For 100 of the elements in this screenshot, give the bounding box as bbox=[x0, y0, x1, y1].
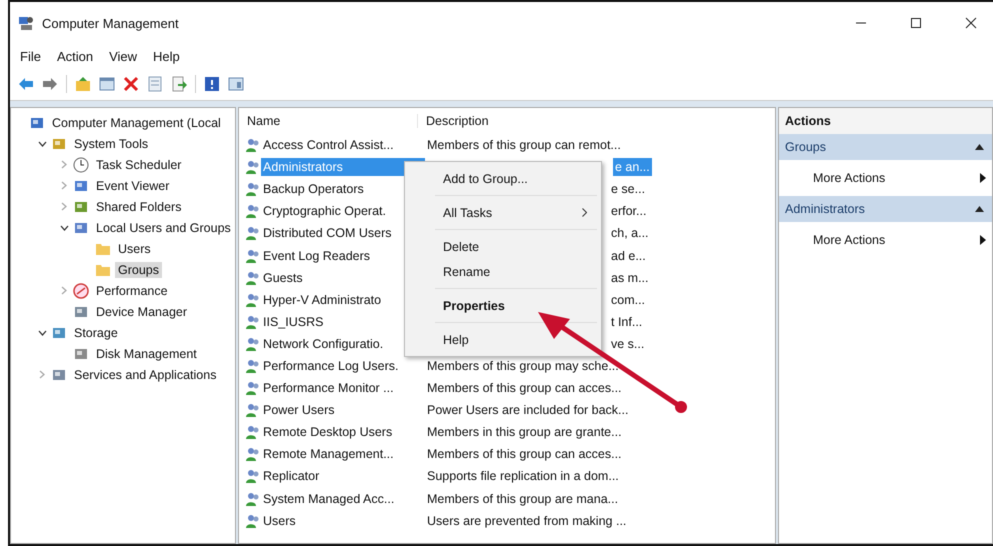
close-icon[interactable] bbox=[965, 17, 977, 29]
properties-icon[interactable] bbox=[147, 76, 163, 92]
group-icon bbox=[245, 248, 261, 264]
group-icon bbox=[245, 336, 261, 352]
chevron-right-icon[interactable] bbox=[61, 286, 67, 295]
delete-icon[interactable] bbox=[123, 76, 139, 92]
export-icon[interactable] bbox=[171, 76, 187, 92]
group-icon bbox=[245, 468, 261, 484]
group-name[interactable]: Performance Monitor ... bbox=[261, 381, 423, 396]
group-icon bbox=[245, 159, 261, 176]
tree-item[interactable]: Local Users and Groups bbox=[93, 220, 234, 236]
group-icon bbox=[245, 490, 261, 507]
chevron-down-icon[interactable] bbox=[38, 330, 46, 336]
group-name[interactable]: Power Users bbox=[261, 403, 423, 418]
group-description: e an... bbox=[613, 158, 652, 176]
group-description: Members of this group may sche... bbox=[427, 358, 619, 373]
group-description: e se... bbox=[611, 182, 646, 196]
group-description: Members of this group can acces... bbox=[427, 447, 622, 462]
menu-option[interactable]: Add to Group... bbox=[443, 172, 528, 186]
menu-option[interactable]: Rename bbox=[443, 264, 490, 278]
more-actions-item[interactable]: More Actions bbox=[813, 233, 886, 247]
menu-item[interactable]: Help bbox=[153, 48, 180, 64]
submenu-arrow-icon bbox=[980, 173, 986, 183]
folder-icon bbox=[95, 262, 111, 276]
group-icon bbox=[245, 314, 261, 330]
group-icon bbox=[245, 137, 261, 154]
chevron-right-icon[interactable] bbox=[61, 160, 67, 169]
tree-item[interactable]: Groups bbox=[115, 262, 162, 278]
chevron-right-icon[interactable] bbox=[39, 370, 45, 379]
tree-item[interactable]: Disk Management bbox=[93, 346, 200, 362]
collapse-icon[interactable] bbox=[975, 206, 984, 212]
group-name[interactable]: Remote Desktop Users bbox=[261, 425, 423, 440]
group-icon bbox=[245, 292, 261, 308]
group-name[interactable]: Remote Management... bbox=[261, 447, 423, 462]
group-icon bbox=[245, 380, 261, 396]
group-icon bbox=[245, 402, 261, 418]
tree-item[interactable]: Shared Folders bbox=[93, 198, 184, 214]
chevron-right-icon[interactable] bbox=[61, 181, 67, 190]
menu-option[interactable]: Help bbox=[443, 332, 469, 346]
group-icon bbox=[245, 203, 261, 220]
clock-icon bbox=[73, 156, 89, 172]
folder-icon bbox=[95, 242, 111, 256]
computer-icon bbox=[18, 15, 34, 31]
actions-title: Actions bbox=[779, 108, 992, 134]
group-description: ch, a... bbox=[611, 226, 649, 240]
tree-item[interactable]: Storage bbox=[71, 324, 121, 340]
collapse-icon[interactable] bbox=[975, 144, 984, 150]
group-description: ve s... bbox=[611, 336, 644, 351]
menu-item[interactable]: View bbox=[109, 48, 138, 64]
group-description: Power Users are included for back... bbox=[427, 403, 628, 418]
section-header[interactable]: Groups bbox=[779, 134, 992, 160]
tree-item[interactable]: Services and Applications bbox=[71, 366, 220, 382]
tree-item[interactable]: System Tools bbox=[71, 136, 152, 152]
group-icon bbox=[245, 358, 261, 374]
menu-item[interactable]: Action bbox=[56, 48, 94, 64]
group-icon bbox=[245, 270, 261, 286]
chevron-right-icon[interactable] bbox=[61, 202, 67, 211]
tree-item[interactable]: Device Manager bbox=[93, 304, 190, 320]
group-name[interactable]: Access Control Assist... bbox=[261, 138, 423, 152]
window-title: Computer Management bbox=[42, 16, 179, 30]
submenu-arrow-icon bbox=[980, 235, 986, 245]
gauge-icon bbox=[73, 282, 89, 298]
group-description: Supports file replication in a dom... bbox=[427, 469, 619, 484]
group-description: Users are prevented from making ... bbox=[427, 514, 626, 528]
menu-option[interactable]: Properties bbox=[443, 298, 505, 312]
tree-item[interactable]: Event Viewer bbox=[93, 178, 172, 194]
maximize-icon[interactable] bbox=[910, 17, 922, 29]
group-name[interactable]: Users bbox=[261, 514, 423, 528]
more-actions-item[interactable]: More Actions bbox=[813, 171, 886, 185]
help-icon[interactable] bbox=[204, 76, 220, 92]
tree-item[interactable]: Computer Management (Local bbox=[49, 114, 224, 130]
group-name[interactable]: System Managed Acc... bbox=[261, 492, 423, 506]
group-description: erfor... bbox=[611, 204, 646, 218]
tree-item[interactable]: Users bbox=[115, 240, 154, 256]
menu-option[interactable]: All Tasks bbox=[443, 206, 492, 220]
tree-item[interactable]: Task Scheduler bbox=[93, 156, 184, 172]
group-icon bbox=[245, 424, 261, 440]
forward-arrow-icon[interactable] bbox=[42, 77, 58, 91]
menu-option[interactable]: Delete bbox=[443, 240, 480, 254]
group-description: Members of this group can remot... bbox=[427, 138, 621, 152]
column-header[interactable]: Name bbox=[239, 114, 418, 128]
section-header[interactable]: Administrators bbox=[779, 196, 992, 222]
group-name[interactable]: Replicator bbox=[261, 469, 423, 484]
group-description: Members of this group are mana... bbox=[427, 492, 618, 506]
folder-up-icon[interactable] bbox=[75, 76, 91, 92]
tree-item[interactable]: Performance bbox=[93, 282, 171, 298]
group-icon bbox=[245, 446, 261, 462]
group-icon bbox=[245, 181, 261, 198]
column-header[interactable]: Description bbox=[418, 114, 489, 128]
group-icon bbox=[245, 512, 261, 529]
chevron-down-icon[interactable] bbox=[60, 224, 68, 230]
back-arrow-icon[interactable] bbox=[18, 77, 34, 91]
group-description: t Inf... bbox=[611, 314, 642, 329]
chevron-down-icon[interactable] bbox=[38, 140, 46, 146]
menu-item[interactable]: File bbox=[20, 48, 41, 64]
group-name[interactable]: Performance Log Users. bbox=[261, 358, 423, 373]
pane-icon[interactable] bbox=[228, 76, 244, 92]
console-tree-icon[interactable] bbox=[99, 76, 115, 92]
group-description: Members in this group are grante... bbox=[427, 425, 622, 440]
group-icon bbox=[245, 225, 261, 242]
